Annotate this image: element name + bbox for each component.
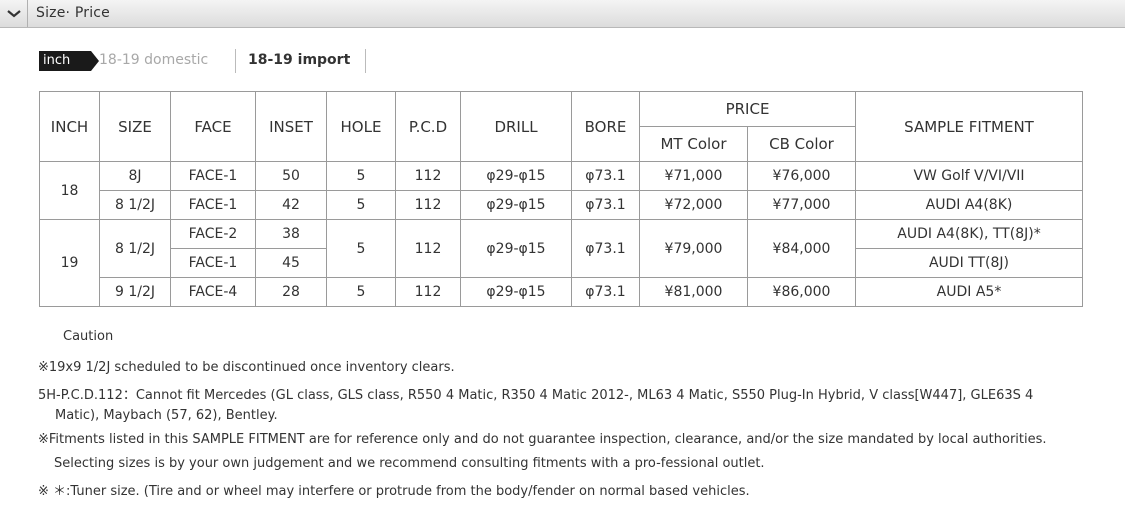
cell-size: 9 1/2J (99, 277, 171, 307)
cell-mt-price: ¥79,000 (639, 219, 748, 278)
caution-heading: Caution (63, 329, 114, 344)
cell-face: FACE-2 (170, 219, 256, 249)
note-pcd: 5H-P.C.D.112：Cannot fit Mercedes (GL cla… (38, 388, 1034, 403)
cell-inset: 38 (255, 219, 327, 249)
cell-inset: 45 (255, 248, 327, 278)
cell-size: 8 1/2J (99, 219, 171, 278)
cell-pcd: 112 (395, 161, 461, 191)
header-mt-color: MT Color (639, 126, 748, 162)
header-face: FACE (170, 91, 256, 162)
header-pcd: P.C.D (395, 91, 461, 162)
tab-import[interactable]: 18-19 import (248, 52, 350, 68)
cell-pcd: 112 (395, 277, 461, 307)
section-title: Size· Price (36, 5, 110, 21)
cell-face: FACE-1 (170, 248, 256, 278)
tab-divider (235, 49, 236, 73)
cell-mt-price: ¥72,000 (639, 190, 748, 220)
header-inch: INCH (39, 91, 100, 162)
cell-fitment: AUDI A4(8K) (855, 190, 1083, 220)
collapse-toggle[interactable] (0, 0, 28, 27)
cell-hole: 5 (326, 161, 396, 191)
cell-size: 8 1/2J (99, 190, 171, 220)
cell-inset: 42 (255, 190, 327, 220)
cell-bore: φ73.1 (571, 190, 640, 220)
cell-bore: φ73.1 (571, 219, 640, 278)
chevron-down-icon (7, 10, 21, 18)
cell-mt-price: ¥81,000 (639, 277, 748, 307)
note-pcd-continued: Matic), Maybach (57, 62), Bentley. (55, 408, 278, 423)
table-row: 18 8J FACE-1 50 5 112 φ29-φ15 φ73.1 ¥71,… (39, 161, 1083, 220)
cell-hole: 5 (326, 190, 396, 220)
cell-pcd: 112 (395, 219, 461, 278)
cell-drill: φ29-φ15 (460, 190, 572, 220)
cell-fitment: VW Golf V/VI/VII (855, 161, 1083, 191)
header-hole: HOLE (326, 91, 396, 162)
cell-inset: 28 (255, 277, 327, 307)
cell-inch: 18 (39, 161, 100, 220)
cell-bore: φ73.1 (571, 161, 640, 191)
cell-cb-price: ¥76,000 (747, 161, 856, 191)
note-tuner: ※ ＊:Tuner size. (Tire and or wheel may i… (38, 484, 750, 499)
cell-cb-price: ¥86,000 (747, 277, 856, 307)
cell-face: FACE-1 (170, 190, 256, 220)
cell-pcd: 112 (395, 190, 461, 220)
cell-mt-price: ¥71,000 (639, 161, 748, 191)
cell-cb-price: ¥77,000 (747, 190, 856, 220)
table-row: 8 1/2J FACE-1 42 5 112 φ29-φ15 φ73.1 ¥72… (40, 190, 1083, 220)
tab-domestic[interactable]: 18-19 domestic (99, 52, 208, 68)
cell-drill: φ29-φ15 (460, 161, 572, 191)
cell-cb-price: ¥84,000 (747, 219, 856, 278)
note-discontinued: ※19x9 1/2J scheduled to be discontinued … (38, 360, 455, 375)
header-inset: INSET (255, 91, 327, 162)
cell-hole: 5 (326, 219, 396, 278)
section-header: Size· Price (0, 0, 1125, 28)
table-row: 9 1/2J FACE-4 28 5 112 φ29-φ15 φ73.1 ¥81… (40, 277, 1083, 307)
cell-inch: 19 (39, 219, 100, 307)
tab-inch[interactable]: inch (39, 51, 99, 71)
note-fitment-continued: Selecting sizes is by your own judgement… (54, 456, 765, 471)
cell-fitment: AUDI A4(8K), TT(8J)* (855, 219, 1083, 249)
cell-fitment: AUDI A5* (855, 277, 1083, 307)
cell-bore: φ73.1 (571, 277, 640, 307)
header-price: PRICE (639, 91, 856, 127)
cell-hole: 5 (326, 277, 396, 307)
cell-face: FACE-1 (170, 161, 256, 191)
cell-inset: 50 (255, 161, 327, 191)
table-row: 19 8 1/2J FACE-2 38 5 112 φ29-φ15 φ73.1 … (39, 219, 1083, 307)
tab-inch-label: inch (43, 53, 71, 68)
cell-drill: φ29-φ15 (460, 277, 572, 307)
header-drill: DRILL (460, 91, 572, 162)
header-size: SIZE (99, 91, 171, 162)
header-bore: BORE (571, 91, 640, 162)
cell-fitment: AUDI TT(8J) (855, 248, 1083, 278)
header-fitment: SAMPLE FITMENT (855, 91, 1083, 162)
cell-face: FACE-4 (170, 277, 256, 307)
note-fitment: ※Fitments listed in this SAMPLE FITMENT … (38, 432, 1047, 447)
tab-divider (365, 49, 366, 73)
cell-drill: φ29-φ15 (460, 219, 572, 278)
cell-size: 8J (99, 161, 171, 191)
header-cb-color: CB Color (747, 126, 856, 162)
size-price-table: INCH SIZE FACE INSET HOLE P.C.D DRILL BO… (39, 91, 1083, 307)
